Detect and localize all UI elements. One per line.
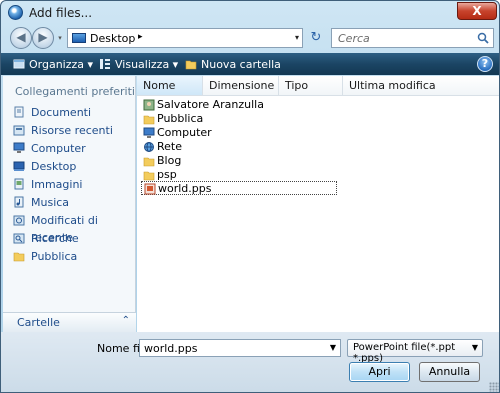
search-input[interactable]: Cerca [331,28,494,48]
chevron-up-icon[interactable]: ⌃ [122,315,130,326]
file-name: world.pps [158,182,212,195]
cancel-button[interactable]: Annulla [419,362,480,382]
desktop-icon [72,33,86,43]
address-location[interactable]: Desktop [90,32,135,45]
forward-button[interactable]: ▶ [32,27,54,49]
sidebar-item-label: Musica [31,196,70,209]
folders-label: Cartelle [17,316,60,329]
chevron-down-icon[interactable]: ▼ [472,343,478,352]
resize-grip[interactable] [489,382,499,392]
sidebar-item-label: Pubblica [31,250,78,263]
desktop-icon [13,161,25,171]
file-name: psp [157,168,177,181]
filename-value[interactable]: world.pps [144,342,197,355]
list-item[interactable]: Computer [141,126,212,140]
file-name: Salvatore Aranzulla [157,98,264,111]
organize-button[interactable]: Organizza ▾ [13,57,93,72]
list-item-selected[interactable]: world.pps [141,181,337,195]
sidebar-item-label: Immagini [31,178,83,191]
user-folder-icon [143,99,155,111]
sidebar-item-recently-changed[interactable]: Modificati di recente [9,212,134,244]
column-name[interactable]: Nome [137,76,203,96]
address-dropdown-icon[interactable]: ▾ [295,33,299,42]
recently-changed-icon [13,215,25,226]
sidebar-item-documents[interactable]: Documenti [9,104,134,121]
folder-icon [143,171,155,181]
list-item[interactable]: Salvatore Aranzulla [141,98,264,112]
sidebar-item-computer[interactable]: Computer [9,140,134,157]
column-size[interactable]: Dimensione [203,76,279,96]
title-bar: Add files... X [1,1,499,25]
searches-icon [13,233,25,244]
sidebar-item-desktop[interactable]: Desktop [9,158,134,175]
computer-icon [13,142,25,153]
address-bar[interactable]: Desktop ▸ ▾ [67,28,303,48]
computer-icon [143,127,155,138]
file-name: Computer [157,126,212,139]
folder-icon [143,115,155,125]
file-list: Nome Dimensione Tipo Ultima modifica Sal… [137,76,499,332]
list-item[interactable]: Pubblica [141,112,203,126]
views-button[interactable]: Visualizza ▾ [99,57,178,72]
sidebar-item-label: Computer [31,142,86,155]
app-icon [8,5,23,20]
command-bar: Organizza ▾ Visualizza ▾ Nuova cartella … [1,53,499,75]
list-item[interactable]: psp [141,168,177,182]
folders-toggle[interactable]: Cartelle ⌃ [3,312,136,332]
column-name-label: Nome [143,79,176,92]
documents-icon [14,106,24,118]
organize-label: Organizza [29,58,85,71]
chevron-down-icon[interactable]: ▼ [330,343,336,352]
sidebar-item-recent[interactable]: Risorse recenti [9,122,134,139]
help-icon[interactable]: ? [477,56,493,72]
column-size-label: Dimensione [209,79,275,92]
new-folder-icon [185,60,197,70]
add-files-dialog: Add files... X ◀ ▶ ▾ Desktop ▸ ▾ ↻ Cerca… [0,0,500,393]
sidebar-item-music[interactable]: Musica [9,194,134,211]
folder-icon [143,157,155,167]
sidebar-item-label: Ricerche [31,232,79,245]
music-icon [14,196,24,208]
refresh-button[interactable]: ↻ [306,28,326,48]
views-label: Visualizza [115,58,170,71]
file-name: Rete [157,140,182,153]
column-type-label: Tipo [285,79,309,92]
search-icon[interactable] [477,32,489,44]
file-type-select[interactable]: PowerPoint file(*.ppt *.pps) ▼ [347,339,483,364]
open-button[interactable]: Apri [349,362,410,382]
public-folder-icon [13,252,25,262]
column-modified-label: Ultima modifica [349,79,436,92]
list-item[interactable]: Blog [141,154,181,168]
sidebar-item-label: Desktop [31,160,77,173]
pictures-icon [14,178,24,190]
sidebar-item-searches[interactable]: Ricerche [9,230,134,247]
new-folder-button[interactable]: Nuova cartella [185,57,281,72]
organize-icon [13,59,25,69]
network-icon [144,142,154,152]
window-title: Add files... [29,6,93,20]
recent-icon [13,125,25,136]
list-item[interactable]: Rete [141,140,182,154]
recent-pages-dropdown[interactable]: ▾ [56,34,64,42]
breadcrumb-arrow[interactable]: ▸ [138,32,143,42]
back-button[interactable]: ◀ [10,27,32,49]
views-icon [100,59,110,69]
sidebar-item-public[interactable]: Pubblica [9,248,134,265]
sidebar-item-label: Risorse recenti [31,124,113,137]
favorite-links-header: Collegamenti preferiti [15,85,135,98]
file-type-value: PowerPoint file(*.ppt *.pps) [353,342,456,364]
new-folder-label: Nuova cartella [201,58,281,71]
sidebar-item-pictures[interactable]: Immagini [9,176,134,193]
file-name: Blog [157,154,182,167]
column-type[interactable]: Tipo [279,76,343,96]
navigation-pane: Collegamenti preferiti Documenti Risorse… [3,76,136,332]
sidebar-item-label: Documenti [31,106,92,119]
close-button[interactable]: X [457,2,497,20]
column-modified[interactable]: Ultima modifica [343,76,499,96]
powerpoint-file-icon [144,183,156,195]
search-placeholder: Cerca [338,32,370,45]
filename-field[interactable]: world.pps ▼ [139,339,341,357]
file-name: Pubblica [157,112,204,125]
